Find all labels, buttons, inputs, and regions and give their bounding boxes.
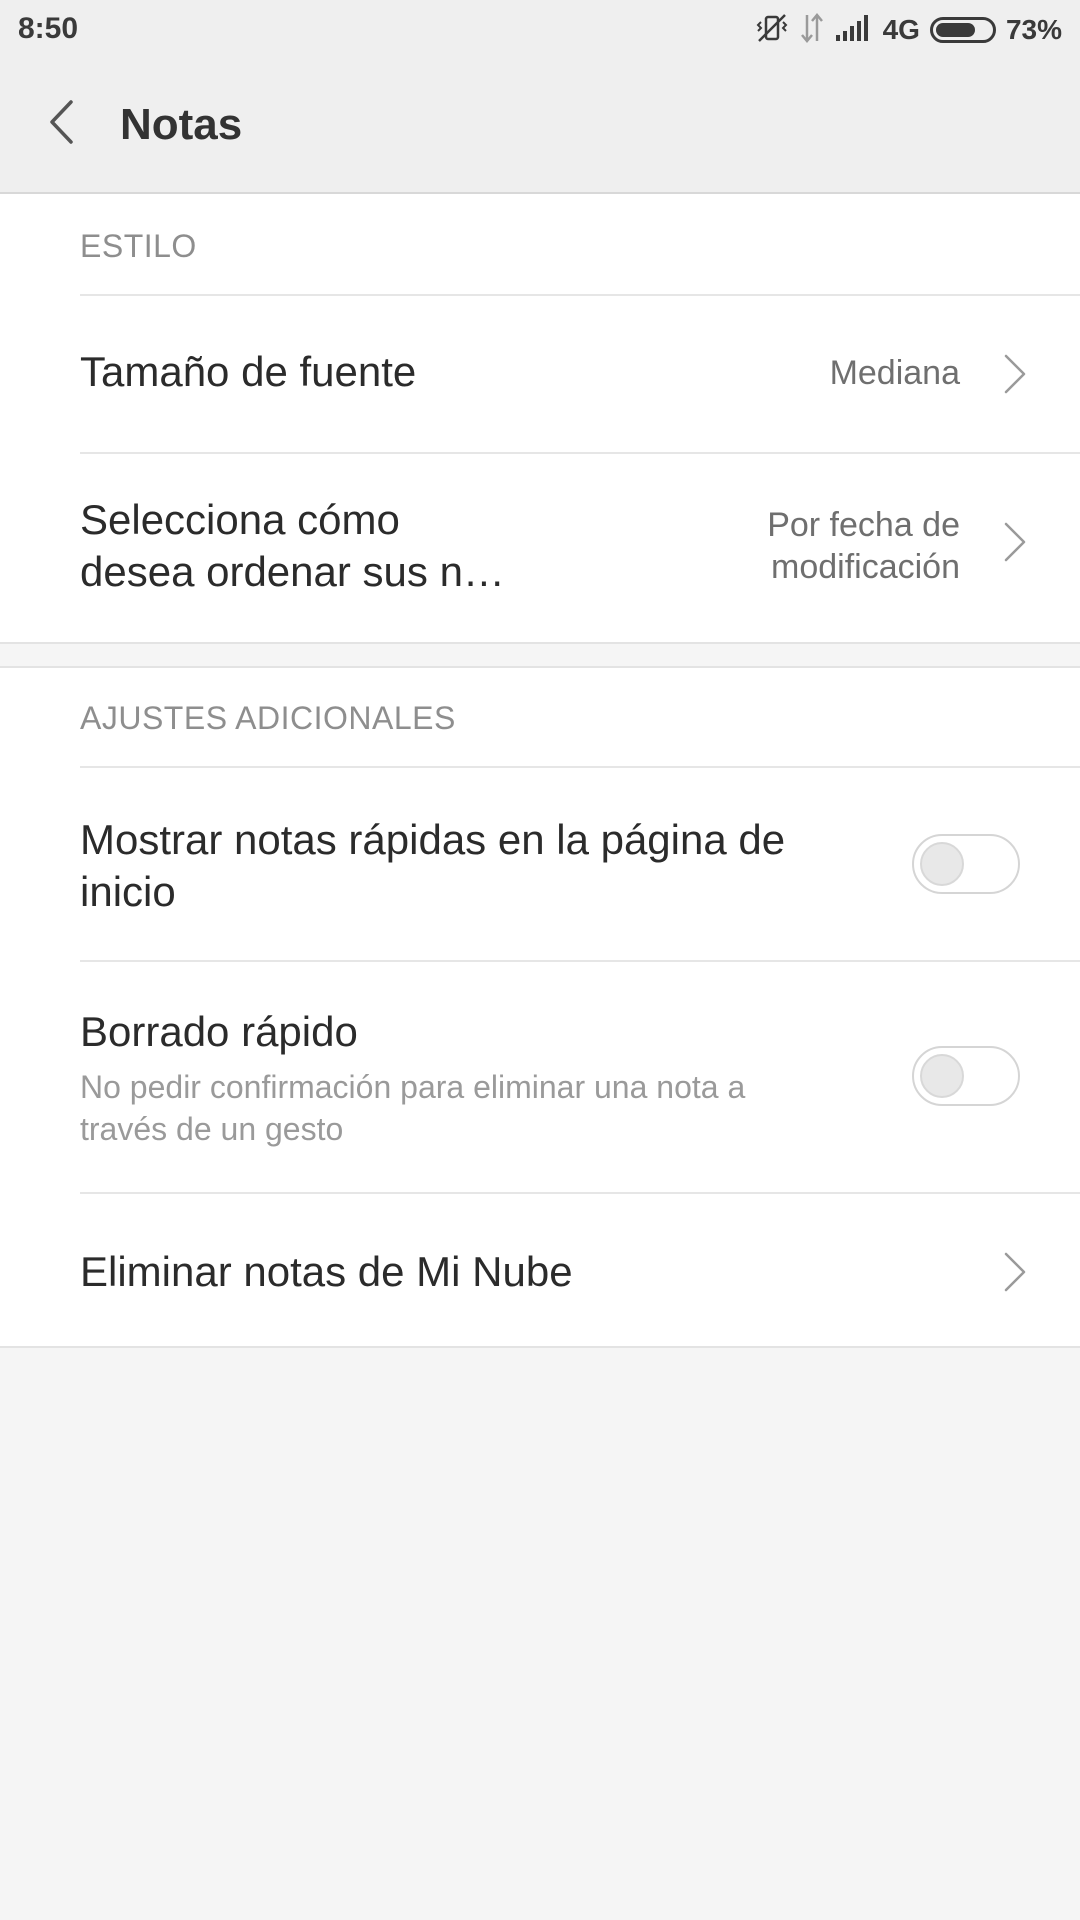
quick-delete-subtitle-line2: través de un gesto bbox=[80, 1111, 344, 1147]
font-size-value: Mediana bbox=[829, 354, 960, 392]
section-header-style: ESTILO bbox=[80, 228, 197, 264]
quick-notes-row[interactable]: Mostrar notas rápidas en la página de in… bbox=[0, 768, 1080, 960]
data-transfer-icon bbox=[799, 11, 825, 50]
additional-settings-section: AJUSTES ADICIONALES Mostrar notas rápida… bbox=[0, 666, 1080, 1348]
delete-cloud-notes-title: Eliminar notas de Mi Nube bbox=[80, 1248, 573, 1295]
chevron-right-icon bbox=[998, 1250, 1030, 1294]
sort-order-row[interactable]: Selecciona cómo desea ordenar sus n… Por… bbox=[0, 454, 1080, 634]
quick-delete-row[interactable]: Borrado rápido No pedir confirmación par… bbox=[0, 962, 1080, 1192]
battery-icon bbox=[929, 17, 996, 43]
sort-order-title-line1: Selecciona cómo bbox=[80, 496, 400, 543]
sort-order-value-line2: modificación bbox=[771, 548, 960, 586]
quick-notes-title-line1: Mostrar notas rápidas en la página de bbox=[80, 816, 786, 863]
quick-delete-subtitle-line1: No pedir confirmación para eliminar una … bbox=[80, 1069, 746, 1105]
quick-delete-title: Borrado rápido bbox=[80, 1008, 358, 1055]
style-section: ESTILO Tamaño de fuente Mediana Seleccio… bbox=[0, 194, 1080, 644]
battery-percent: 73% bbox=[1005, 14, 1062, 45]
quick-notes-title-line2: inicio bbox=[80, 868, 176, 915]
app-header: Notas bbox=[0, 62, 1080, 194]
sort-order-title-line2: desea ordenar sus n… bbox=[80, 548, 505, 595]
status-time: 8:50 bbox=[18, 12, 79, 45]
page-title: Notas bbox=[120, 100, 243, 149]
delete-cloud-notes-row[interactable]: Eliminar notas de Mi Nube bbox=[0, 1194, 1080, 1348]
status-bar: 8:50 4G 73% bbox=[0, 0, 1080, 62]
status-icons: 4G 73% bbox=[755, 10, 1062, 50]
quick-delete-toggle[interactable] bbox=[912, 1046, 1020, 1106]
signal-icon bbox=[835, 13, 873, 48]
font-size-title: Tamaño de fuente bbox=[80, 348, 417, 395]
quick-notes-toggle[interactable] bbox=[912, 834, 1020, 894]
toggle-knob bbox=[920, 1054, 964, 1098]
sort-order-value-line1: Por fecha de bbox=[767, 506, 960, 544]
back-button[interactable] bbox=[30, 92, 94, 156]
vibrate-off-icon bbox=[755, 11, 789, 50]
section-header-additional: AJUSTES ADICIONALES bbox=[80, 700, 456, 736]
chevron-left-icon bbox=[47, 99, 77, 150]
chevron-right-icon bbox=[998, 352, 1030, 396]
battery-fill bbox=[935, 23, 975, 37]
font-size-row[interactable]: Tamaño de fuente Mediana bbox=[0, 296, 1080, 452]
toggle-knob bbox=[920, 842, 964, 886]
chevron-right-icon bbox=[998, 520, 1030, 564]
network-type: 4G bbox=[882, 14, 920, 45]
